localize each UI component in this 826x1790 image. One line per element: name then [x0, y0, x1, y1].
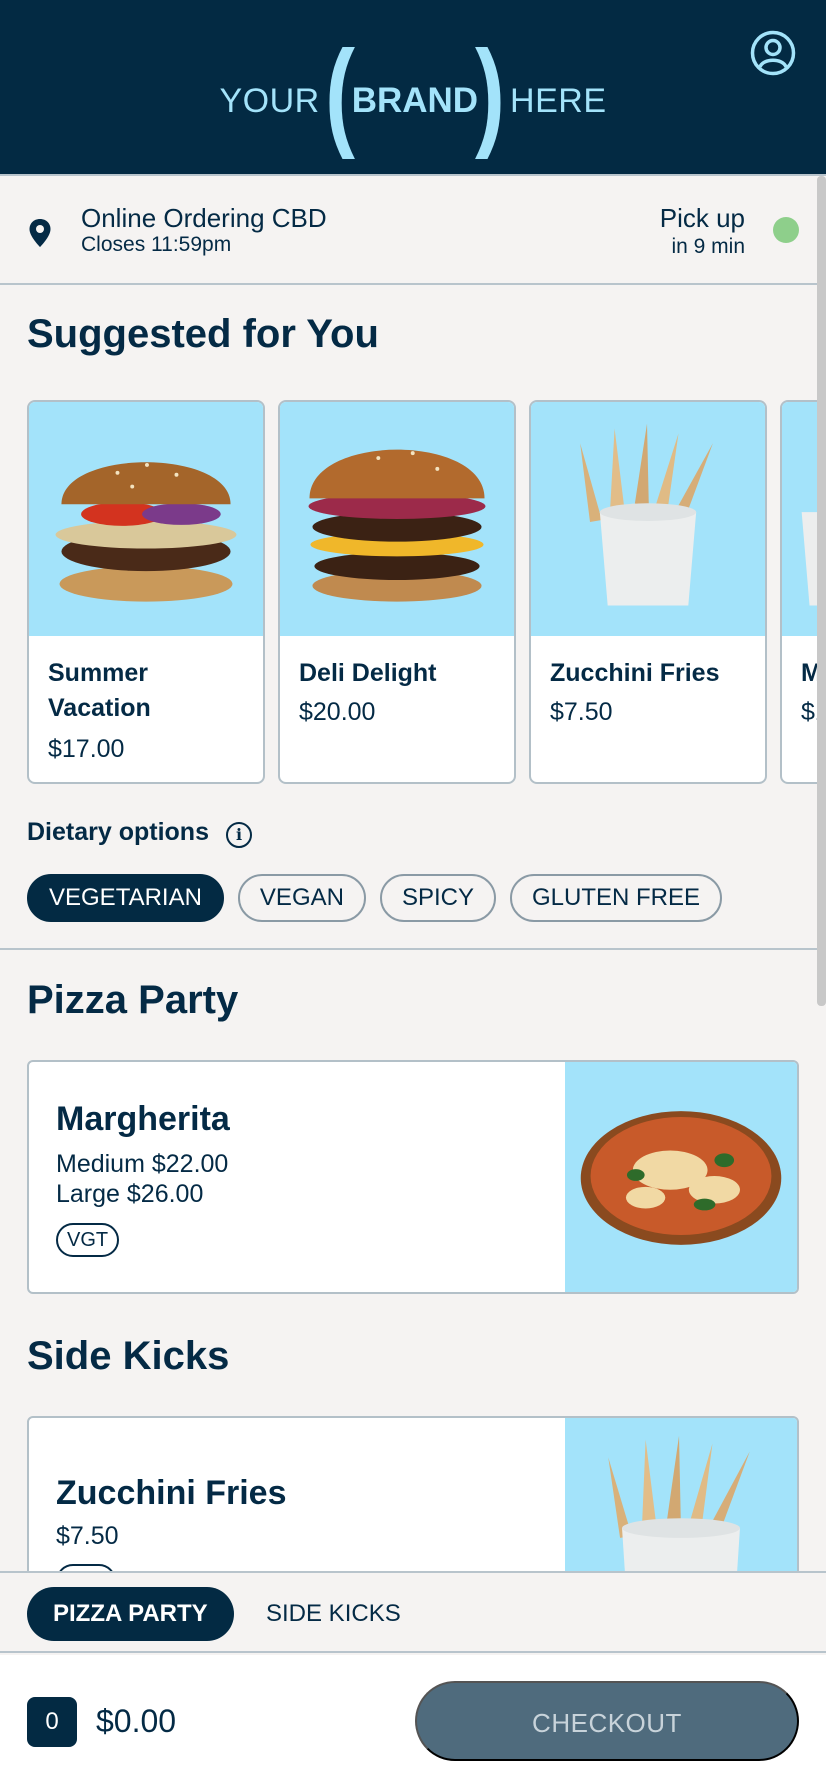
suggested-carousel[interactable]: Summer Vacation $17.00 Deli Delight $20.…: [27, 400, 826, 786]
menu-item-card[interactable]: Margherita Medium $22.00 Large $26.00 VG…: [27, 1060, 799, 1294]
pizza-image: [565, 1062, 797, 1292]
dietary-filter-chips: VEGETARIAN VEGAN SPICY GLUTEN FREE: [27, 874, 723, 922]
suggested-card[interactable]: Zucchini Fries $7.50: [529, 400, 767, 784]
suggested-item-name: Zucchini Fries: [550, 659, 720, 687]
suggested-card[interactable]: Deli Delight $20.00: [278, 400, 516, 784]
suggested-item-price: $17.00: [48, 735, 125, 763]
suggested-title: Suggested for You: [27, 312, 379, 356]
info-icon[interactable]: i: [226, 822, 252, 848]
suggested-card[interactable]: Summer Vacation $17.00: [27, 400, 265, 784]
category-tab-pizza-party[interactable]: PIZZA PARTY: [27, 1587, 234, 1641]
menu-item-price-line: $7.50: [56, 1522, 119, 1550]
burger-image: [280, 402, 514, 636]
section-title-pizza-party: Pizza Party: [27, 978, 239, 1022]
logo-bracket-open: (: [324, 26, 355, 160]
dietary-chip-vegan[interactable]: VEGAN: [237, 874, 366, 922]
store-name: Online Ordering CBD: [81, 203, 327, 233]
dietary-chip-gluten-free[interactable]: GLUTEN FREE: [509, 874, 723, 922]
dietary-tag-badge: VGT: [56, 1223, 120, 1257]
map-pin-icon: [29, 219, 51, 247]
logo-word-left: YOUR: [219, 81, 320, 120]
menu-item-name: Zucchini Fries: [56, 1474, 287, 1512]
pickup-info: Pick up in 9 min: [660, 203, 745, 259]
fries-image: [531, 402, 765, 636]
menu-item-name: Margherita: [56, 1100, 230, 1138]
suggested-item-name: Summer Vacation: [48, 659, 151, 722]
category-tab-side-kicks[interactable]: SIDE KICKS: [240, 1587, 427, 1641]
dietary-options-label: Dietary options: [27, 818, 209, 846]
menu-item-price-line: Medium $22.00: [56, 1150, 229, 1178]
pickup-time: in 9 min: [671, 235, 745, 258]
cart-total: $0.00: [96, 1703, 177, 1739]
store-closing-time: Closes 11:59pm: [81, 233, 232, 256]
logo-bracket-close: ): [475, 26, 506, 160]
store-status-dot: [773, 217, 799, 243]
header: YOUR ( BRAND ) HERE: [0, 0, 826, 174]
category-nav: PIZZA PARTY SIDE KICKS: [0, 1571, 826, 1653]
dietary-divider: [0, 948, 826, 950]
burger-image: [29, 402, 263, 636]
location-bar[interactable]: Online Ordering CBD Closes 11:59pm Pick …: [0, 176, 826, 284]
suggested-item-price: $7.50: [550, 698, 613, 726]
checkout-button[interactable]: CHECKOUT: [415, 1681, 799, 1761]
logo-word-brand: BRAND: [351, 81, 479, 120]
logo-word-right: HERE: [510, 81, 607, 120]
pickup-label: Pick up: [659, 203, 745, 233]
cart-bar: 0 $0.00 CHECKOUT: [0, 1655, 826, 1790]
brand-logo[interactable]: YOUR ( BRAND ) HERE: [0, 33, 826, 156]
menu-item-price-line: Large $26.00: [56, 1180, 204, 1208]
page-scrollbar[interactable]: [817, 176, 826, 1006]
suggested-item-name: Deli Delight: [299, 659, 437, 687]
dietary-chip-spicy[interactable]: SPICY: [379, 874, 496, 922]
location-divider: [0, 283, 826, 285]
account-circle-icon[interactable]: [750, 30, 796, 76]
cart-count-badge[interactable]: 0: [27, 1697, 77, 1747]
dietary-chip-vegetarian[interactable]: VEGETARIAN: [27, 874, 224, 922]
section-title-side-kicks: Side Kicks: [27, 1334, 230, 1378]
suggested-item-price: $20.00: [299, 698, 376, 726]
